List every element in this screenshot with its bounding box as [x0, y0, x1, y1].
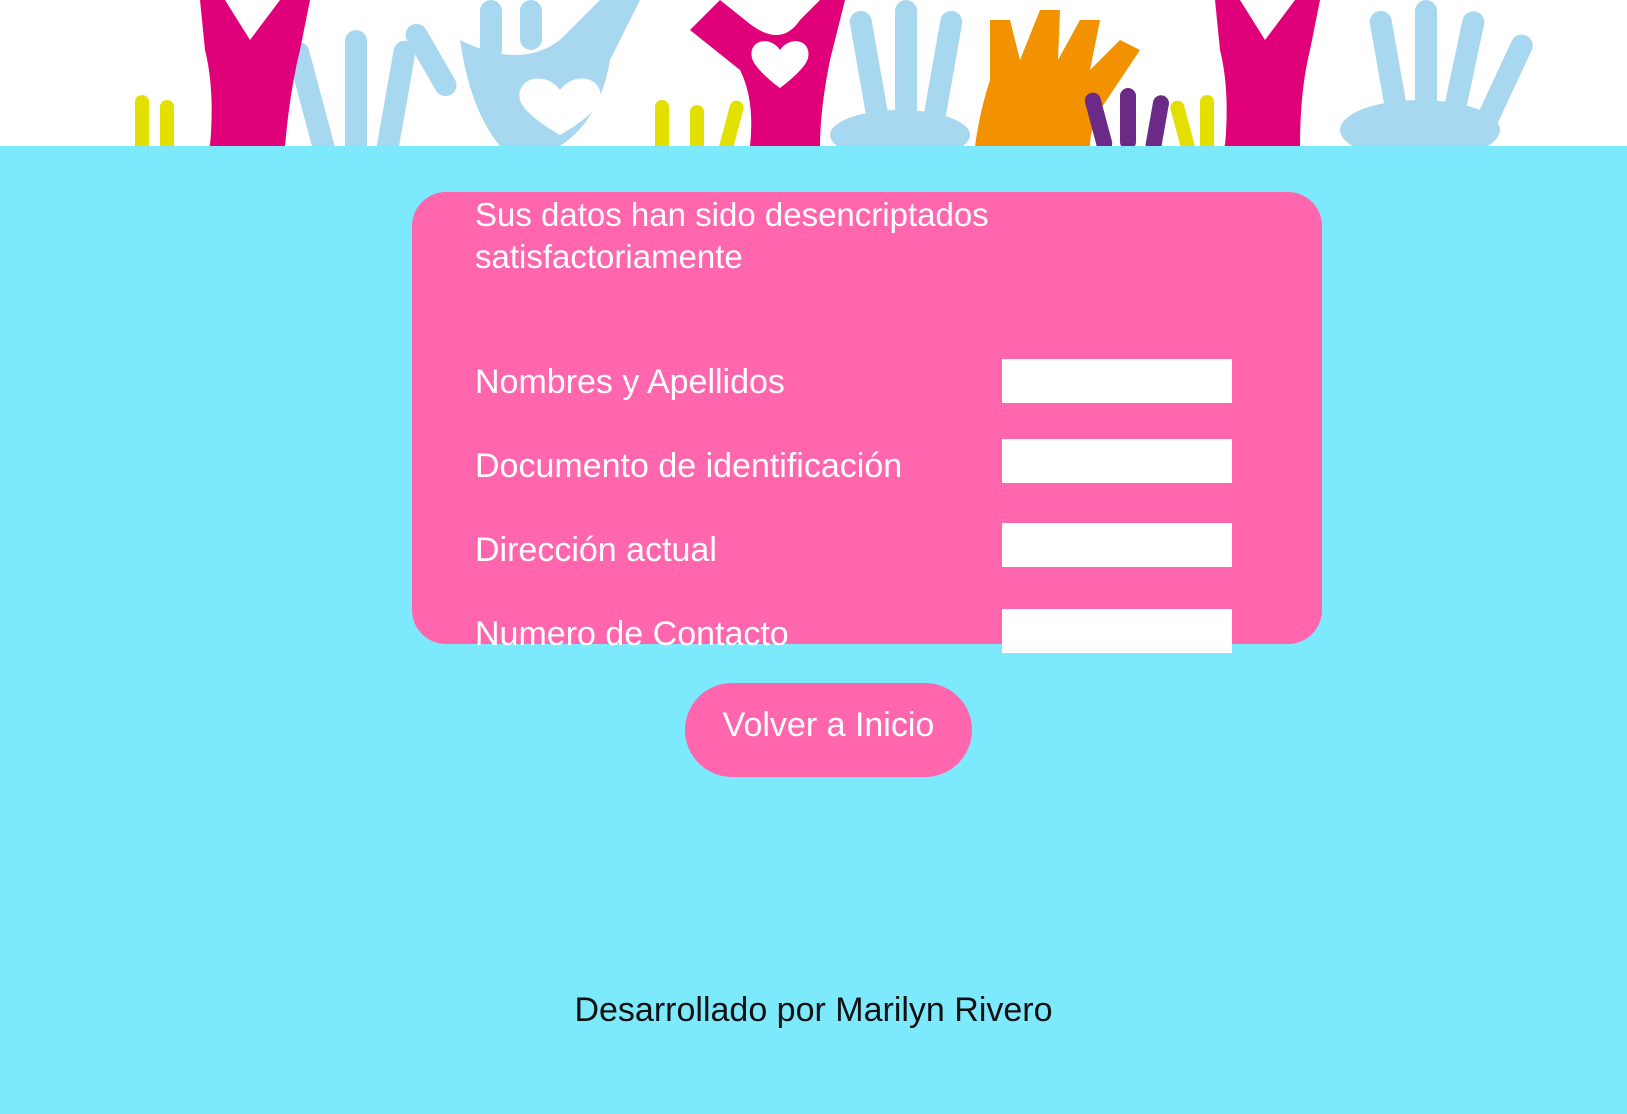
- label-id-document: Documento de identificación: [475, 447, 903, 485]
- banner-image: [0, 0, 1627, 146]
- label-contact-number: Numero de Contacto: [475, 615, 789, 653]
- current-address-field[interactable]: [1002, 523, 1232, 567]
- id-document-field[interactable]: [1002, 439, 1232, 483]
- label-full-name: Nombres y Apellidos: [475, 363, 785, 401]
- footer-credit: Desarrollado por Marilyn Rivero: [574, 991, 1053, 1029]
- contact-number-field[interactable]: [1002, 609, 1232, 653]
- success-message: Sus datos han sido desencriptados satisf…: [475, 196, 989, 275]
- page: Sus datos han sido desencriptados satisf…: [0, 0, 1627, 1114]
- raised-hands-illustration: [135, 0, 1533, 146]
- full-name-field[interactable]: [1002, 359, 1232, 403]
- label-current-address: Dirección actual: [475, 531, 717, 569]
- main-area: Sus datos han sido desencriptados satisf…: [0, 146, 1627, 1114]
- decrypted-data-card: Sus datos han sido desencriptados satisf…: [412, 192, 1322, 653]
- back-to-home-button[interactable]: Volver a Inicio: [685, 683, 972, 777]
